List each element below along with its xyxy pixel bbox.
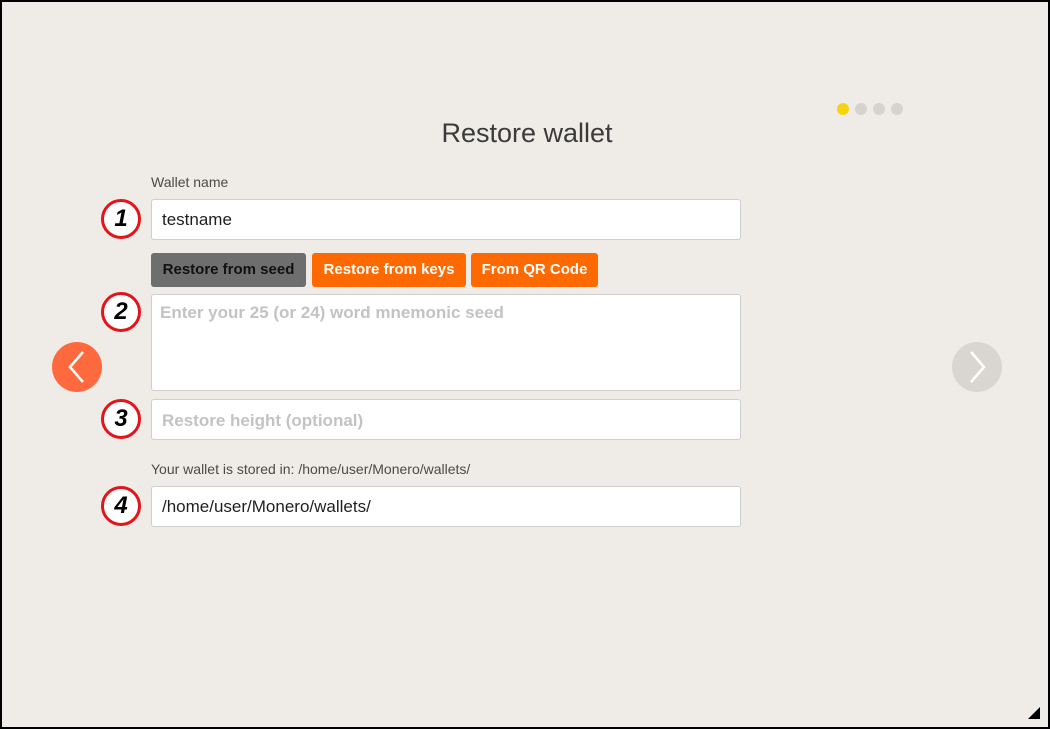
wallet-name-value: testname <box>162 210 232 229</box>
progress-dot-active <box>837 103 849 115</box>
progress-dots <box>837 103 903 115</box>
wallet-path-value: /home/user/Monero/wallets/ <box>162 497 371 516</box>
chevron-left-icon <box>68 351 84 383</box>
seed-placeholder: Enter your 25 (or 24) word mnemonic seed <box>160 303 504 322</box>
marker-4: 4 <box>101 486 141 526</box>
tab-from-qr-code[interactable]: From QR Code <box>471 253 598 287</box>
resize-grip-icon[interactable] <box>1028 707 1040 719</box>
wallet-path-input[interactable]: /home/user/Monero/wallets/ <box>151 486 741 527</box>
window: Restore wallet Wallet name 1 testname Re… <box>0 0 1050 729</box>
marker-2: 2 <box>101 292 141 332</box>
seed-textarea[interactable]: Enter your 25 (or 24) word mnemonic seed <box>151 294 741 391</box>
tab-restore-from-seed[interactable]: Restore from seed <box>151 253 306 287</box>
marker-3: 3 <box>101 399 141 439</box>
chevron-right-icon <box>970 351 986 383</box>
tab-restore-from-keys[interactable]: Restore from keys <box>312 253 466 287</box>
storage-label: Your wallet is stored in: /home/user/Mon… <box>151 461 471 477</box>
marker-1: 1 <box>101 199 141 239</box>
restore-height-placeholder: Restore height (optional) <box>162 411 364 430</box>
restore-height-input[interactable]: Restore height (optional) <box>151 399 741 440</box>
wallet-name-input[interactable]: testname <box>151 199 741 240</box>
wallet-name-label: Wallet name <box>151 174 229 190</box>
next-button[interactable] <box>952 342 1002 392</box>
prev-button[interactable] <box>52 342 102 392</box>
page-title: Restore wallet <box>441 118 613 148</box>
progress-dot <box>891 103 903 115</box>
progress-dot <box>855 103 867 115</box>
progress-dot <box>873 103 885 115</box>
